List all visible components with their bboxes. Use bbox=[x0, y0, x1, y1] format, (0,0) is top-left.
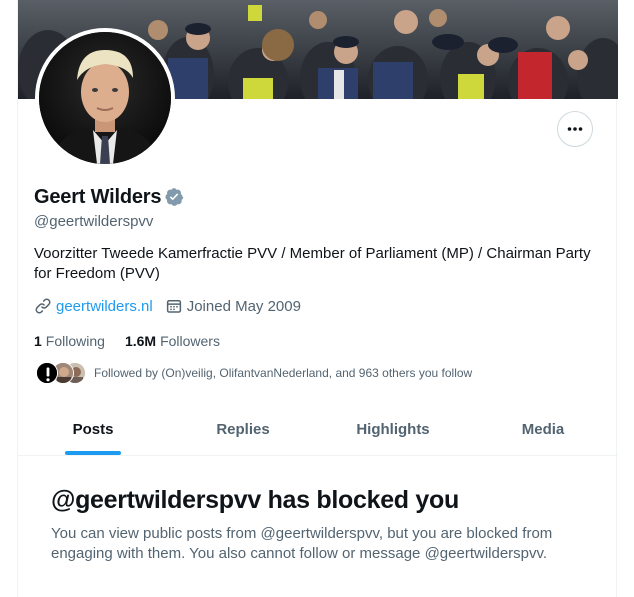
tab-replies[interactable]: Replies bbox=[168, 403, 318, 455]
following-count: 1 bbox=[34, 333, 42, 349]
followers-stat[interactable]: 1.6M Followers bbox=[125, 333, 220, 349]
profile-handle: @geertwilderspvv bbox=[34, 213, 154, 230]
calendar-icon bbox=[166, 300, 181, 313]
tab-posts[interactable]: Posts bbox=[18, 403, 168, 455]
joined-date: Joined May 2009 bbox=[186, 297, 301, 315]
blocked-title: @geertwilderspvv has blocked you bbox=[51, 486, 459, 514]
followers-count: 1.6M bbox=[124, 333, 157, 349]
followed-by-text: Followed by (On)veilig, OlifantvanNederl… bbox=[94, 366, 473, 380]
following-label: Following bbox=[45, 333, 105, 349]
followed-by-avatars bbox=[34, 361, 86, 385]
follower-avatar-alert bbox=[36, 362, 58, 384]
profile-column: Geert Wilders @geertwilderspvv Voorzitte… bbox=[17, 0, 618, 597]
profile-avatar[interactable] bbox=[35, 28, 175, 168]
tab-label: Replies bbox=[216, 420, 270, 438]
profile-stats-row: 1 Following 1.6M Followers bbox=[34, 331, 220, 351]
following-stat[interactable]: 1 Following bbox=[34, 333, 105, 349]
blocked-body: You can view public posts from @geertwil… bbox=[51, 525, 553, 562]
profile-bio: Voorzitter Tweede Kamerfractie PVV / Mem… bbox=[34, 245, 591, 282]
website-link[interactable]: geertwilders.nl bbox=[56, 298, 153, 315]
link-icon bbox=[35, 298, 51, 314]
more-options-button[interactable] bbox=[557, 111, 593, 147]
page: Geert Wilders @geertwilderspvv Voorzitte… bbox=[0, 0, 634, 597]
profile-name: Geert Wilders bbox=[34, 185, 162, 208]
tab-label: Highlights bbox=[356, 420, 430, 438]
active-tab-indicator bbox=[65, 451, 121, 455]
tab-media[interactable]: Media bbox=[468, 403, 618, 455]
tab-label: Posts bbox=[72, 420, 114, 438]
tab-label: Media bbox=[521, 420, 565, 438]
more-horizontal-icon bbox=[567, 127, 583, 131]
avatar-image bbox=[39, 32, 171, 164]
followers-label: Followers bbox=[160, 333, 220, 349]
profile-meta-row: geertwilders.nl Joined May 2009 bbox=[34, 296, 301, 316]
profile-tabs: Posts Replies Highlights Media bbox=[18, 403, 618, 456]
verified-badge-icon[interactable] bbox=[164, 187, 184, 207]
joined-item: Joined May 2009 bbox=[165, 297, 301, 315]
blocked-notice: @geertwilderspvv has blocked you You can… bbox=[51, 484, 591, 564]
profile-name-row: Geert Wilders bbox=[34, 184, 184, 210]
tab-highlights[interactable]: Highlights bbox=[318, 403, 468, 455]
website-item: geertwilders.nl bbox=[34, 297, 153, 315]
followed-by-row[interactable]: Followed by (On)veilig, OlifantvanNederl… bbox=[34, 360, 472, 386]
